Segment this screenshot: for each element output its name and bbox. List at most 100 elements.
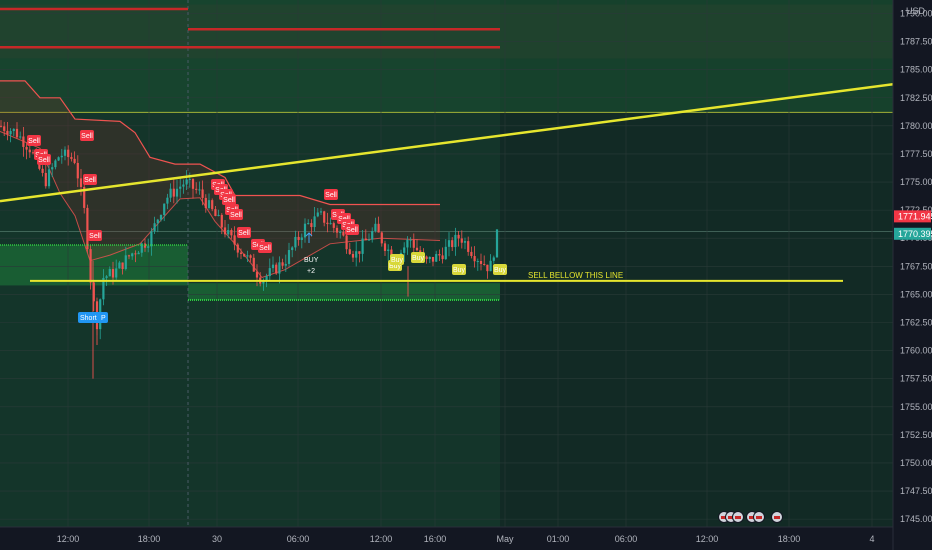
x-tick-label: 12:00: [696, 534, 719, 544]
candle-body: [303, 223, 307, 238]
candle-body: [473, 256, 476, 262]
candle-body: [374, 223, 377, 232]
sell-badge: Sell: [223, 197, 235, 204]
candle-body: [275, 264, 278, 274]
flag-stripe: [774, 516, 780, 519]
zone-top-band: [0, 4, 893, 59]
x-tick-label: 30: [212, 534, 222, 544]
candle-body: [214, 209, 217, 216]
candle-body: [131, 253, 134, 257]
candle-body: [291, 247, 294, 251]
buy-badge: Buy: [494, 267, 507, 274]
y-tick-label: 1752.500: [900, 430, 932, 440]
candle-body: [172, 188, 175, 197]
candle-body: [25, 146, 28, 150]
y-tick-label: 1782.500: [900, 93, 932, 103]
price-chart[interactable]: SELL BELLOW THIS LINE Sell Sell Sell Sell Se…: [0, 0, 932, 550]
sell-badge: Sell: [38, 157, 50, 164]
event-icons[interactable]: [718, 511, 783, 523]
sell-badge: Sell: [346, 227, 358, 234]
candle-body: [198, 189, 201, 191]
candle-body: [252, 257, 255, 272]
candle-body: [175, 188, 179, 197]
candle-body: [108, 269, 111, 277]
candle-body: [28, 149, 31, 153]
candle-body: [332, 223, 335, 228]
candle-body: [489, 260, 492, 272]
candle-body: [115, 268, 118, 278]
price-tag: 1770.395: [898, 229, 932, 239]
candle-body: [73, 158, 76, 163]
y-tick-label: 1780.000: [900, 121, 932, 131]
candle-body: [156, 219, 159, 224]
candle-body: [339, 231, 342, 233]
candle-body: [211, 200, 214, 210]
candle-body: [3, 126, 6, 131]
candle-body: [22, 136, 25, 147]
y-tick-label: 1775.000: [900, 177, 932, 187]
y-tick-label: 1757.500: [900, 374, 932, 384]
candle-body: [89, 249, 92, 283]
support-annotation: SELL BELLOW THIS LINE: [528, 271, 623, 280]
candle-body: [6, 130, 9, 135]
candle-body: [412, 239, 415, 248]
candle-body: [15, 128, 19, 138]
x-tick-label: 18:00: [138, 534, 161, 544]
sell-badge: Sell: [28, 138, 40, 145]
price-tag: 1771.945: [898, 211, 932, 221]
sell-badge: Sell: [238, 230, 250, 237]
candle-body: [249, 255, 252, 258]
candle-body: [31, 152, 35, 154]
sell-badge: Sell: [259, 245, 271, 252]
sell-badge: Sell: [84, 177, 96, 184]
candle-body: [63, 149, 67, 156]
candle-body: [278, 262, 281, 274]
candle-body: [124, 255, 127, 270]
candle-body: [313, 216, 316, 228]
candle-body: [54, 160, 57, 168]
candle-body: [179, 186, 182, 189]
candle-body: [428, 256, 431, 260]
candle-body: [377, 223, 380, 233]
candle-body: [387, 249, 390, 251]
x-tick-label: 18:00: [778, 534, 801, 544]
y-tick-label: 1785.000: [900, 65, 932, 75]
candle-body: [319, 211, 323, 213]
candle-body: [329, 223, 332, 225]
candle-body: [486, 264, 489, 272]
candle-body: [246, 255, 249, 257]
candle-body: [105, 276, 108, 278]
y-tick-label: 1777.500: [900, 149, 932, 159]
candle-body: [201, 189, 204, 198]
candle-body: [326, 222, 329, 225]
candle-body: [67, 149, 70, 158]
x-tick-label: May: [496, 534, 514, 544]
candle-body: [438, 254, 441, 256]
flag-stripe: [735, 516, 741, 519]
candle-body: [79, 178, 83, 187]
candle-body: [51, 167, 54, 170]
candle-body: [121, 262, 124, 270]
candle-body: [323, 211, 326, 223]
candle-body: [76, 162, 79, 179]
candle-body: [220, 214, 223, 228]
candle-body: [406, 239, 409, 248]
candle-body: [361, 238, 364, 254]
candle-body: [425, 256, 428, 260]
candle-body: [163, 203, 166, 216]
candle-body: [60, 155, 63, 158]
candle-body: [441, 255, 444, 260]
short-badge: Short: [80, 315, 97, 322]
y-tick-label: 1790.000: [900, 8, 932, 18]
y-tick-label: 1767.500: [900, 261, 932, 271]
candle-body: [9, 131, 12, 135]
candle-body: [310, 223, 313, 228]
candle-body: [460, 238, 463, 243]
candle-body: [467, 241, 470, 252]
candle-body: [191, 179, 195, 189]
candle-body: [230, 230, 233, 236]
candle-body: [470, 251, 473, 257]
candle-body: [351, 253, 355, 258]
candle-body: [236, 244, 239, 253]
candle-body: [316, 212, 319, 217]
